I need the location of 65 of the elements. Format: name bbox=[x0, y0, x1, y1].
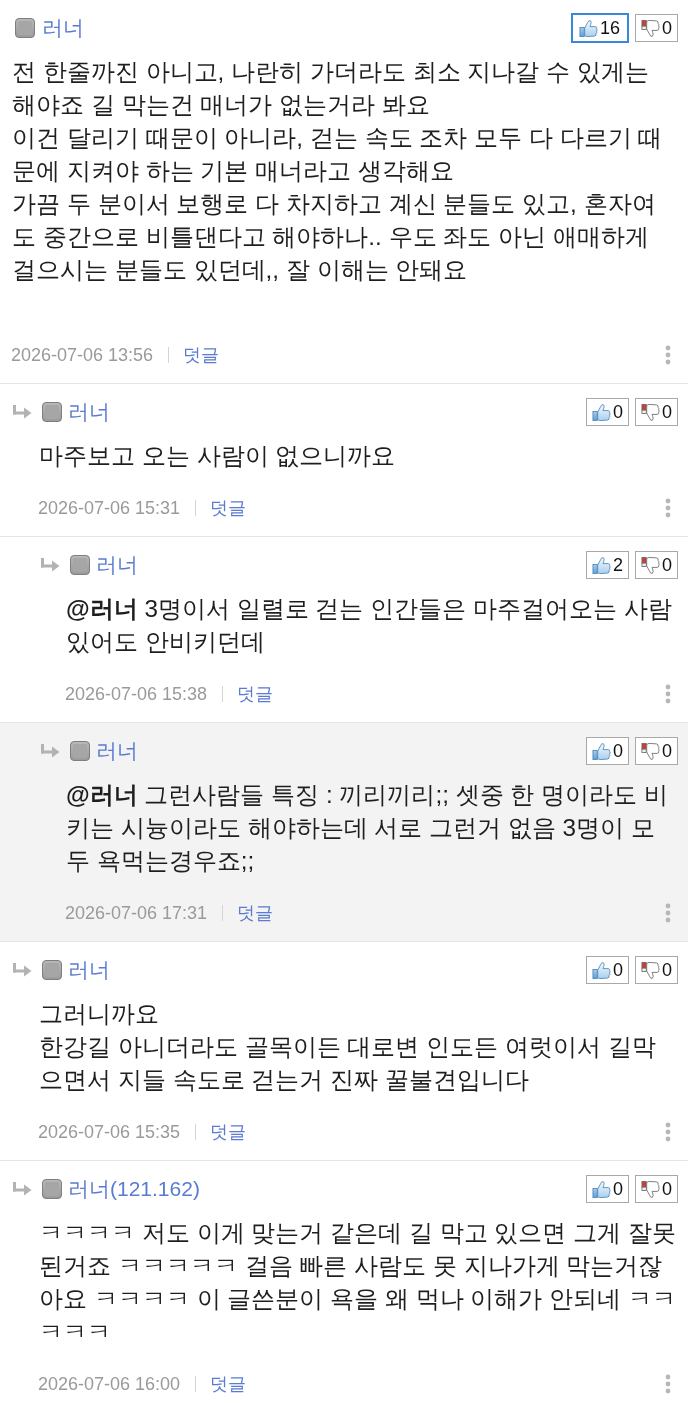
more-options-icon[interactable] bbox=[665, 1374, 671, 1394]
thumb-up-icon bbox=[591, 741, 611, 761]
more-options-icon[interactable] bbox=[665, 903, 671, 923]
reply-link[interactable]: 덧글 bbox=[210, 1372, 247, 1396]
reply-arrow-icon bbox=[40, 558, 60, 572]
more-options-icon[interactable] bbox=[665, 1122, 671, 1142]
thumb-up-icon bbox=[591, 402, 611, 422]
comment-text: @러너 그런사람들 특징 : 끼리끼리;; 셋중 한 명이라도 비키는 시늉이라도 해야하는데 서로 그런거 없음 3명이 모두 욕먹는경우죠;; bbox=[65, 780, 669, 876]
reply-link[interactable]: 덧글 bbox=[210, 496, 247, 520]
avatar-icon bbox=[42, 1179, 62, 1199]
more-options-icon[interactable] bbox=[665, 684, 671, 704]
dislike-button[interactable]: 0 bbox=[635, 956, 678, 984]
like-button[interactable]: 0 bbox=[585, 398, 629, 426]
dislike-button[interactable]: 0 bbox=[635, 1175, 678, 1203]
author-name[interactable]: 러너 bbox=[42, 14, 84, 42]
like-button[interactable]: 0 bbox=[585, 1175, 629, 1203]
like-button[interactable]: 16 bbox=[570, 13, 629, 43]
comment-text: 그러니까요 한강길 아니더라도 골목이든 대로변 인도든 여럿이서 길막으면서 지들 속도로 걷는거 진짜 꿀불견입니다 bbox=[38, 999, 657, 1095]
comment-text: 마주보고 오는 사람이 없으니까요 bbox=[38, 441, 397, 471]
thumb-up-icon bbox=[591, 555, 611, 575]
like-button[interactable]: 0 bbox=[585, 737, 629, 765]
comment-date: 2026-07-06 15:31 bbox=[38, 497, 181, 519]
reply-arrow-icon bbox=[12, 963, 32, 977]
more-options-icon[interactable] bbox=[665, 345, 671, 365]
reply-link[interactable]: 덧글 bbox=[237, 901, 274, 925]
reply-arrow-icon bbox=[12, 405, 32, 419]
avatar-icon bbox=[15, 18, 35, 38]
comment-text: @러너 3명이서 일렬로 걷는 인간들은 마주걸어오는 사람 있어도 안비키던데 bbox=[65, 594, 673, 657]
comment-text: 전 한줄까진 아니고, 나란히 가더라도 최소 지나갈 수 있게는 해야죠 길 막는건 매너가 없는거라 봐요 이건 달리기 때문이 아니라, 걷는 속도 조차 모두 다 다르기 때문에 지켜야 하는 기본 매너라고 생각해요 가끔 두 분이서 보행로 다 차지하고 계신 분들도 있고, 혼자여도 중간으로 비틀댄다고 해야하나.. 우도 좌도 아닌 애매하게 걸으시는 분들도 있던데,, 잘 이해는 안돼요 bbox=[11, 57, 664, 285]
avatar-icon bbox=[70, 555, 90, 575]
comment-date: 2026-07-06 16:00 bbox=[38, 1373, 181, 1395]
comment-date: 2026-07-06 15:38 bbox=[65, 683, 208, 705]
author-name[interactable]: 러너 bbox=[96, 737, 138, 765]
more-options-icon[interactable] bbox=[665, 498, 671, 518]
thumb-down-icon bbox=[641, 960, 660, 980]
author-name[interactable]: 러너 bbox=[96, 551, 138, 579]
reply-arrow-icon bbox=[40, 744, 60, 758]
author-name[interactable]: 러너 bbox=[68, 398, 110, 426]
dislike-button[interactable]: 0 bbox=[635, 737, 678, 765]
comment-date: 2026-07-06 17:31 bbox=[65, 902, 208, 924]
dislike-button[interactable]: 0 bbox=[635, 14, 678, 42]
avatar-icon bbox=[42, 960, 62, 980]
comment-date: 2026-07-06 13:56 bbox=[11, 344, 154, 366]
avatar-icon bbox=[70, 741, 90, 761]
dislike-button[interactable]: 0 bbox=[635, 398, 678, 426]
thumb-up-icon bbox=[578, 18, 598, 38]
avatar-icon bbox=[42, 402, 62, 422]
comment-text: ㅋㅋㅋㅋ 저도 이게 맞는거 같은데 길 막고 있으면 그게 잘못된거죠 ㅋㅋㅋㅋㅋ 걸음 빠른 사람도 못 지나가게 막는거잖아요 ㅋㅋㅋㅋ 이 글쓴분이 욕을 왜 먹나 이해가 안되네 ㅋㅋㅋㅋㅋ bbox=[38, 1218, 677, 1347]
thumb-down-icon bbox=[641, 1179, 660, 1199]
reply-link[interactable]: 덧글 bbox=[210, 1120, 247, 1144]
reply-link[interactable]: 덧글 bbox=[183, 343, 220, 367]
thumb-down-icon bbox=[641, 402, 660, 422]
thumb-up-icon bbox=[591, 1179, 611, 1199]
thumb-up-icon bbox=[591, 960, 611, 980]
author-name[interactable]: 러너(121.162) bbox=[68, 1175, 200, 1203]
like-button[interactable]: 2 bbox=[585, 551, 629, 579]
thumb-down-icon bbox=[641, 555, 660, 575]
reply-link[interactable]: 덧글 bbox=[237, 682, 274, 706]
comment-date: 2026-07-06 15:35 bbox=[38, 1121, 181, 1143]
reply-arrow-icon bbox=[12, 1182, 32, 1196]
thumb-down-icon bbox=[641, 741, 660, 761]
like-button[interactable]: 0 bbox=[585, 956, 629, 984]
author-name[interactable]: 러너 bbox=[68, 956, 110, 984]
thumb-down-icon bbox=[641, 18, 660, 38]
dislike-button[interactable]: 0 bbox=[635, 551, 678, 579]
